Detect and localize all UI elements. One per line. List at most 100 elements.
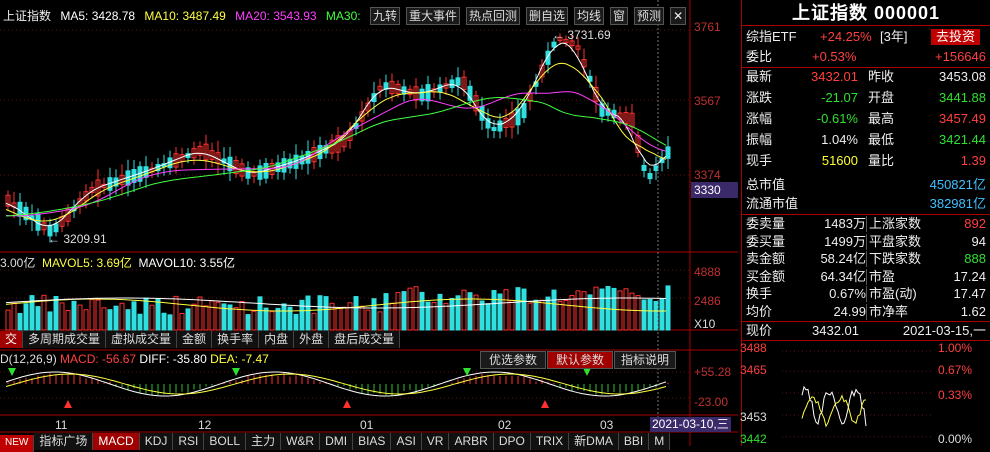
quote-row: 委卖量 1483万 上涨家数 892: [746, 216, 986, 232]
row-value-2: 17.24: [953, 268, 986, 284]
row-label: 委买量: [746, 233, 786, 249]
row-label: 涨幅: [746, 111, 773, 126]
tab-new-dma[interactable]: 新DMA: [569, 433, 619, 450]
row-value: 1499万: [824, 233, 866, 249]
volume-bars: [5, 285, 671, 331]
row-label-2: 量比: [868, 153, 895, 168]
tab-asi[interactable]: ASI: [391, 433, 422, 450]
row-label: 现手: [746, 153, 773, 168]
tab-main-force[interactable]: 主力: [246, 433, 282, 450]
tab-indicator-square[interactable]: 指标广场: [34, 433, 94, 450]
tab-inner[interactable]: 内盘: [259, 331, 295, 348]
tab-after-hours-volume[interactable]: 盘后成交量: [329, 331, 401, 348]
hotspot-backtest-button[interactable]: 热点回测: [465, 7, 520, 25]
major-events-button[interactable]: 重大事件: [405, 7, 460, 25]
row-label-2: 最高: [868, 111, 895, 126]
invest-button[interactable]: 去投资: [931, 29, 981, 45]
row-value: 0.67%: [829, 286, 866, 301]
row-value: 51600: [821, 153, 858, 168]
optimal-params-button[interactable]: 优选参数: [480, 351, 547, 369]
forecast-button[interactable]: 预测: [634, 7, 665, 25]
tab-volume[interactable]: 交: [0, 331, 24, 348]
weicha-value: +156646: [935, 49, 986, 64]
row-label: 委卖量: [746, 216, 786, 231]
tab-macd[interactable]: MACD: [93, 433, 140, 450]
jiuzhuan-button[interactable]: 九转: [369, 7, 400, 25]
tab-more[interactable]: M: [649, 433, 671, 450]
vol-unit: X10: [694, 317, 716, 331]
price-tick: 3761: [694, 20, 721, 34]
signal-arrow-icon: [232, 368, 240, 376]
x-tick: 12: [198, 418, 212, 432]
tab-kdj[interactable]: KDJ: [139, 433, 174, 450]
etf-change: +24.25%: [820, 29, 872, 44]
tab-dmi[interactable]: DMI: [320, 433, 354, 450]
page-title: 上证指数 000001: [742, 0, 990, 26]
ma-line-button[interactable]: 均线: [574, 7, 605, 25]
signal-arrow-icon: [8, 368, 16, 376]
now-price-value: 3432.01: [812, 323, 859, 338]
quote-row: 买金额 64.34亿 市盈 17.24: [746, 268, 986, 285]
signal-arrow-icon: [64, 400, 72, 408]
ma20-label: MA20: 3543.93: [235, 9, 317, 23]
tab-dpo[interactable]: DPO: [493, 433, 531, 450]
tab-vr[interactable]: VR: [421, 433, 450, 450]
tab-wr[interactable]: W&R: [281, 433, 321, 450]
tab-bias[interactable]: BIAS: [353, 433, 392, 450]
row-value-2: 3441.88: [939, 90, 986, 105]
close-icon[interactable]: ✕: [670, 7, 687, 25]
row-label-2: 下跌家数: [866, 251, 921, 267]
macd-tick: -23.00: [694, 395, 729, 409]
tab-virtual-volume[interactable]: 虚拟成交量: [106, 331, 178, 348]
tab-turnover[interactable]: 换手率: [212, 331, 260, 348]
vol-tick: 4888: [694, 265, 721, 279]
float-mcap-label: 流通市值: [746, 196, 799, 211]
quote-row: 涨跌 -21.07 开盘 3441.88: [746, 90, 986, 106]
remove-watchlist-button[interactable]: 删自选: [526, 7, 569, 25]
row-value-2: 1.39: [960, 153, 986, 168]
mini-right-tick: 0.33%: [937, 388, 972, 402]
row-value-2: 94: [971, 233, 986, 249]
signal-arrow-icon: [541, 400, 549, 408]
high-value: 3731.69: [567, 28, 611, 42]
row-value-2: 3453.08: [939, 69, 986, 84]
tab-amount[interactable]: 金额: [177, 331, 213, 348]
mini-right-tick: 0.00%: [937, 432, 972, 446]
tab-bbi[interactable]: BBI: [618, 433, 650, 450]
ma30-label: MA30:: [325, 9, 361, 23]
price-tick: 3374: [694, 168, 721, 182]
row-label-2: 市盈: [866, 268, 895, 285]
kline-chart-area[interactable]: 上证指数 MA5: 3428.78 MA10: 3487.49 MA20: 35…: [0, 0, 738, 452]
row-label-2: 最低: [868, 132, 895, 147]
row-value-2: 3457.49: [939, 111, 986, 126]
weibi-label: 委比: [746, 49, 773, 64]
quote-row: 委买量 1499万 平盘家数 94: [746, 233, 986, 250]
tab-outer[interactable]: 外盘: [294, 331, 330, 348]
tab-boll[interactable]: BOLL: [204, 433, 247, 450]
indicator-help-button[interactable]: 指标说明: [614, 351, 677, 369]
row-value-2: 892: [964, 216, 986, 231]
quote-row: 最新 3432.01 昨收 3453.08: [746, 69, 986, 85]
tab-trix[interactable]: TRIX: [530, 433, 570, 450]
row-label-2: 市净率: [866, 303, 908, 320]
index-name: 上证指数: [3, 9, 52, 23]
total-mcap-label: 总市值: [746, 177, 786, 192]
tab-arbr[interactable]: ARBR: [449, 433, 494, 450]
mini-left-tick: 3453: [740, 410, 767, 424]
row-value: 1.04%: [821, 132, 858, 147]
tab-rsi[interactable]: RSI: [173, 433, 205, 450]
volume-tab-bar: 交多周期成交量 虚拟成交量 金额 换手率 内盘 外盘 盘后成交量: [0, 331, 401, 348]
tab-multi-period-volume[interactable]: 多周期成交量: [23, 331, 107, 348]
macd-legend: D(12,26,9) MACD: -56.67 DIFF: -35.80 DEA…: [0, 352, 269, 366]
mavol10-value: MAVOL10: 3.55亿: [138, 256, 236, 270]
window-button[interactable]: 窗: [610, 7, 629, 25]
indicator-tab-bar: NEW 指标广场 MACD KDJ RSI BOLL 主力 W&R DMI BIAS ASI VR AR…: [0, 433, 671, 452]
default-params-button[interactable]: 默认参数: [547, 351, 614, 369]
mini-right-tick: 1.00%: [937, 341, 972, 355]
weibi-value: +0.53%: [812, 49, 857, 64]
price-tick: 3567: [694, 94, 721, 108]
ma-legend-bar: 上证指数 MA5: 3428.78 MA10: 3487.49 MA20: 35…: [0, 7, 690, 25]
x-tick: 11: [55, 418, 68, 432]
row-value-2: 3421.44: [939, 132, 986, 147]
total-mcap-value: 450821亿: [929, 177, 986, 192]
